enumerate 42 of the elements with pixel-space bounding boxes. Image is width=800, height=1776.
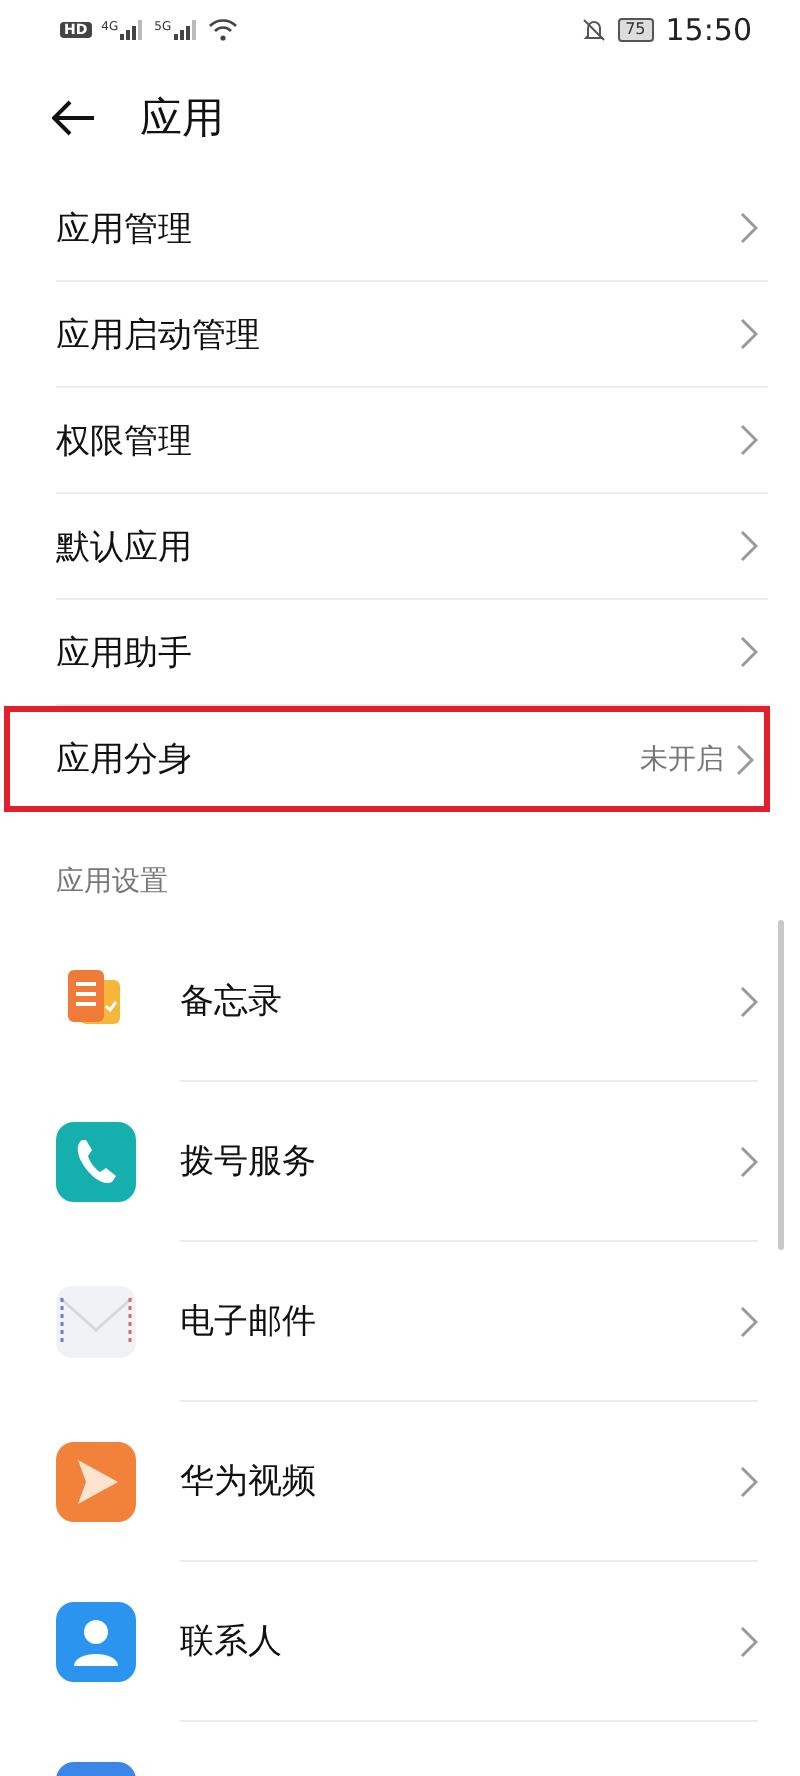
chevron-icon — [740, 1145, 758, 1177]
menu-item-label: 应用管理 — [56, 207, 192, 251]
bell-off-icon — [581, 18, 606, 42]
battery-level: 75 — [617, 18, 654, 42]
chevron-icon — [740, 1465, 758, 1497]
menu-item-label: 应用启动管理 — [56, 313, 260, 357]
envelope-icon — [56, 1282, 136, 1362]
signal-icon — [120, 20, 145, 40]
wifi-icon — [207, 18, 238, 42]
page-title: 应用 — [140, 92, 224, 146]
play-icon — [56, 1442, 136, 1522]
chevron-icon — [740, 985, 758, 1017]
phone-icon — [56, 1122, 136, 1202]
menu-item[interactable]: 默认应用 — [56, 494, 768, 600]
menu-item[interactable]: 应用助手 — [56, 600, 768, 706]
menu-item[interactable]: 应用管理 — [56, 176, 768, 282]
app-name[interactable]: 联系人 — [180, 1618, 282, 1664]
chevron-icon — [740, 1625, 758, 1657]
signal-icon — [173, 20, 198, 40]
app-name[interactable]: 华为视频 — [180, 1458, 316, 1504]
back-arrow-icon[interactable] — [52, 100, 96, 136]
chevron-icon — [740, 636, 758, 668]
menu-item-label: 权限管理 — [56, 419, 192, 463]
chevron-icon — [740, 318, 758, 350]
chevron-icon — [736, 743, 754, 775]
status-value: 未开启 — [640, 741, 724, 777]
clock-time: 15:50 — [665, 12, 752, 48]
menu-item-label: 应用助手 — [56, 631, 192, 675]
app-name[interactable]: 电子邮件 — [180, 1298, 316, 1344]
app-name[interactable]: 备忘录 — [180, 978, 282, 1024]
chevron-icon — [740, 530, 758, 562]
app-name[interactable]: 拨号服务 — [180, 1138, 316, 1184]
chevron-icon — [740, 1305, 758, 1337]
chevron-icon — [740, 424, 758, 456]
highlighted-menu-item[interactable]: 应用分身 未开启 — [4, 706, 770, 812]
menu-item[interactable]: 权限管理 — [56, 388, 768, 494]
contact-icon — [56, 1602, 136, 1682]
menu-item[interactable]: 应用启动管理 — [56, 282, 768, 388]
menu-item-label: 应用分身 — [56, 738, 192, 782]
menu-item-label: 默认应用 — [56, 525, 192, 569]
chevron-icon — [740, 212, 758, 244]
section-header: 应用设置 — [56, 866, 168, 898]
